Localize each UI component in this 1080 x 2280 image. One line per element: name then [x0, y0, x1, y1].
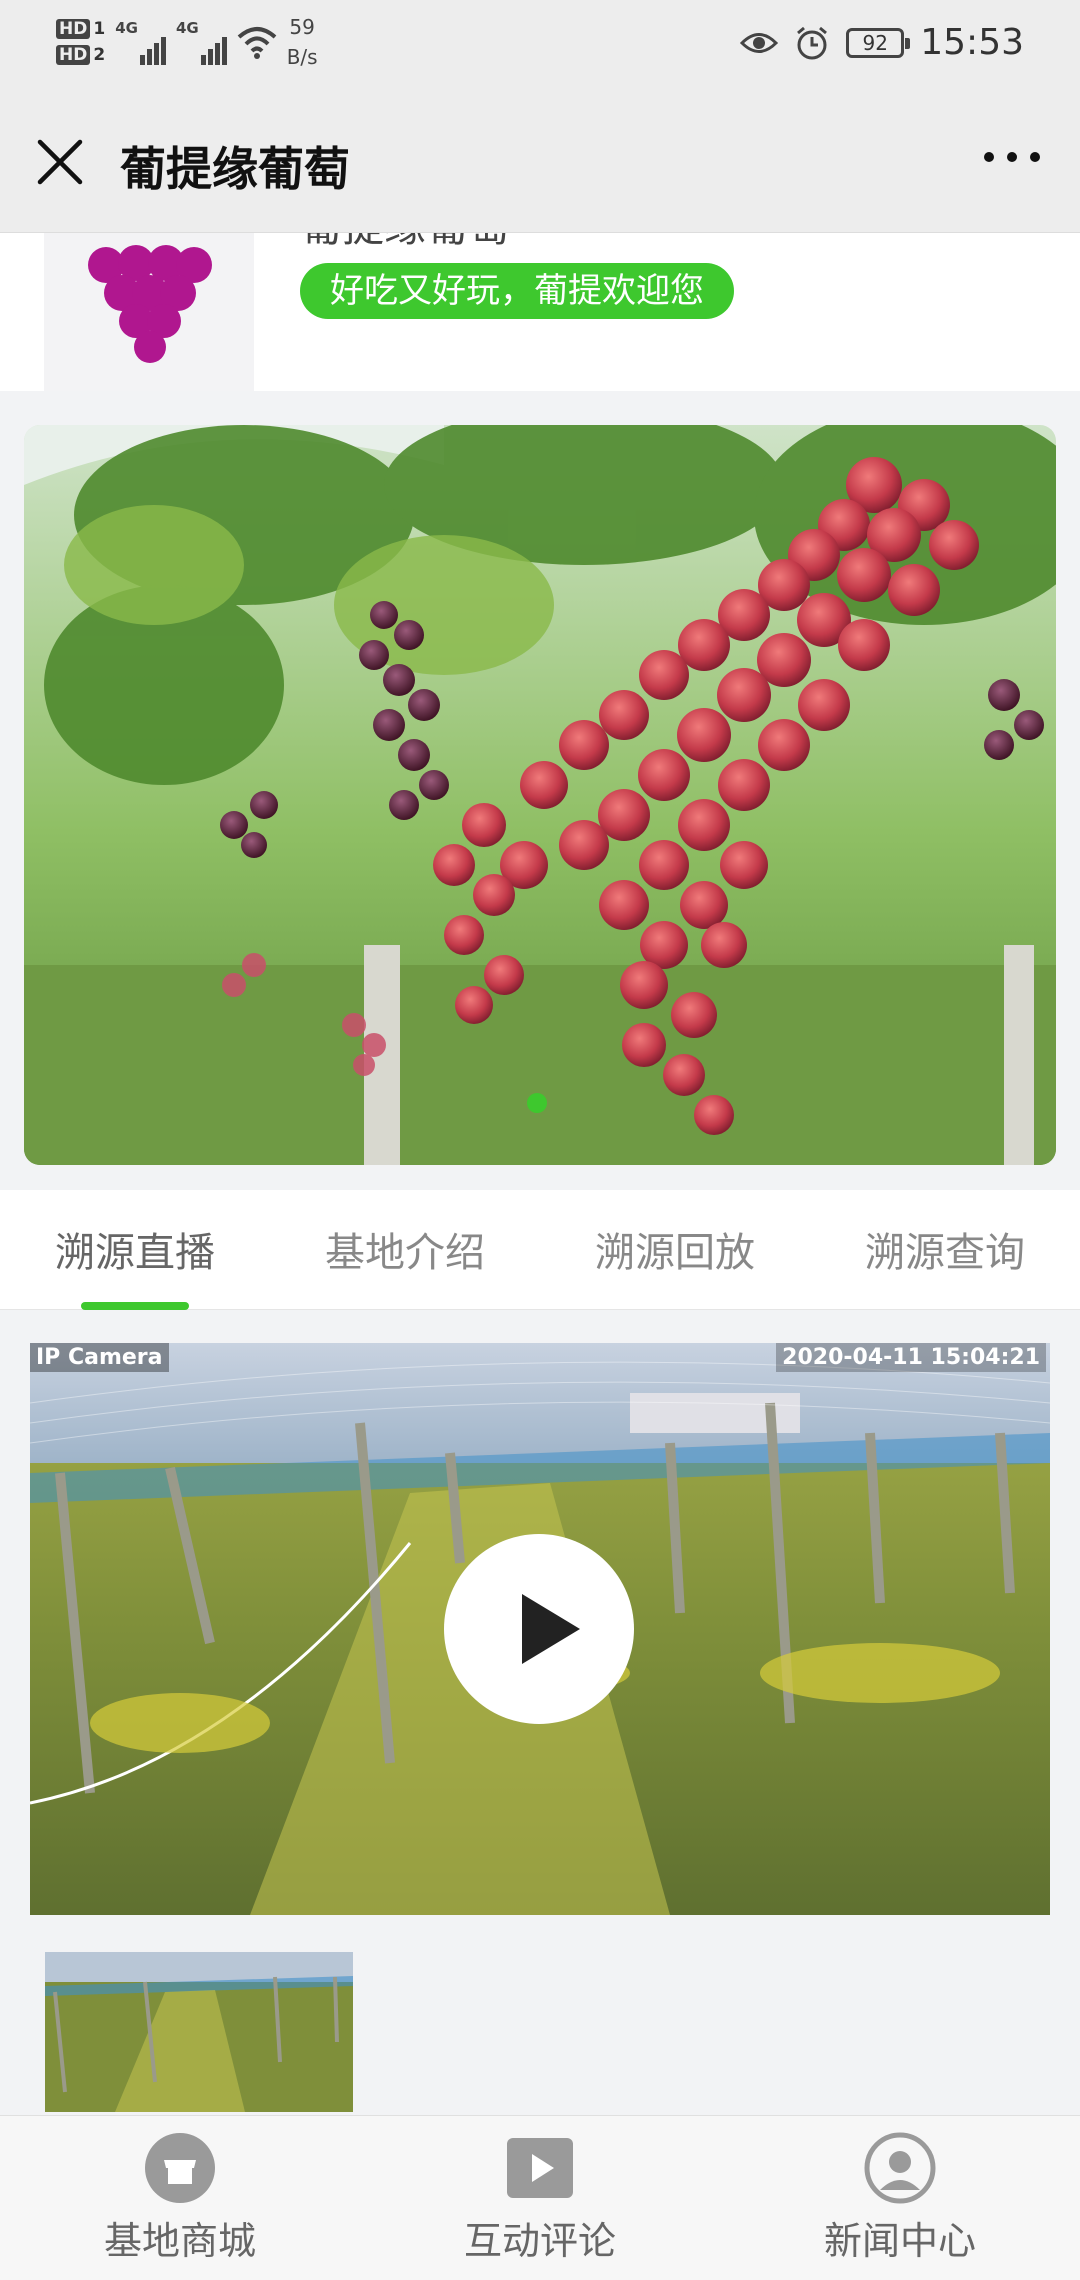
status-bar: HD 1 HD 2 4G 4G 59 B/s 92 15:53	[0, 0, 1080, 95]
bottom-nav: 基地商城 互动评论 新闻中心	[0, 2115, 1080, 2280]
logo	[44, 233, 254, 391]
battery-icon: 92	[846, 27, 911, 58]
nav-bar: 葡提缘葡萄	[0, 95, 1080, 233]
tab-live[interactable]: 溯源直播	[35, 1220, 235, 1278]
camera-timestamp: 2020-04-11 15:04:21	[776, 1343, 1046, 1372]
nav-store[interactable]: 基地商城	[40, 2132, 320, 2265]
wifi-icon	[237, 27, 277, 59]
store-icon	[145, 2133, 215, 2203]
hd-indicator: HD 1 HD 2	[56, 16, 105, 68]
page-title: 葡提缘葡萄	[120, 142, 350, 196]
tab-replay[interactable]: 溯源回放	[575, 1220, 775, 1278]
brand-name: 葡提缘葡萄	[300, 233, 510, 254]
grape-vineyard-image	[24, 425, 1056, 1165]
nav-news[interactable]: 新闻中心	[760, 2132, 1040, 2265]
play-icon	[507, 2138, 573, 2198]
banner-carousel[interactable]	[24, 425, 1056, 1165]
slogan-badge: 好吃又好玩，葡提欢迎您	[300, 263, 734, 319]
alarm-icon	[797, 26, 828, 59]
camera-label: IP Camera	[30, 1343, 169, 1372]
carousel-indicator[interactable]	[527, 1093, 547, 1113]
user-icon	[864, 2132, 936, 2204]
signal-icon-2: 4G	[176, 19, 227, 65]
thumbnail-image	[45, 1952, 353, 2112]
play-button[interactable]	[444, 1534, 634, 1724]
tab-bar: 溯源直播 基地介绍 溯源回放 溯源查询	[0, 1190, 1080, 1310]
network-speed: 59 B/s	[286, 15, 318, 69]
clock: 15:53	[920, 22, 1024, 63]
active-tab-indicator	[81, 1302, 189, 1310]
more-icon[interactable]	[984, 152, 1040, 162]
tab-base-intro[interactable]: 基地介绍	[305, 1220, 505, 1278]
nav-comments[interactable]: 互动评论	[400, 2132, 680, 2265]
signal-icon: 4G	[115, 19, 166, 65]
grape-logo-icon	[88, 245, 212, 363]
live-video-player[interactable]: IP Camera 2020-04-11 15:04:21	[30, 1343, 1050, 1915]
close-icon[interactable]	[30, 132, 90, 192]
header-card: 葡提缘葡萄 好吃又好玩，葡提欢迎您	[0, 233, 1080, 391]
tab-query[interactable]: 溯源查询	[845, 1220, 1045, 1278]
eye-icon	[740, 32, 779, 53]
camera-thumbnail[interactable]	[45, 1952, 353, 2112]
